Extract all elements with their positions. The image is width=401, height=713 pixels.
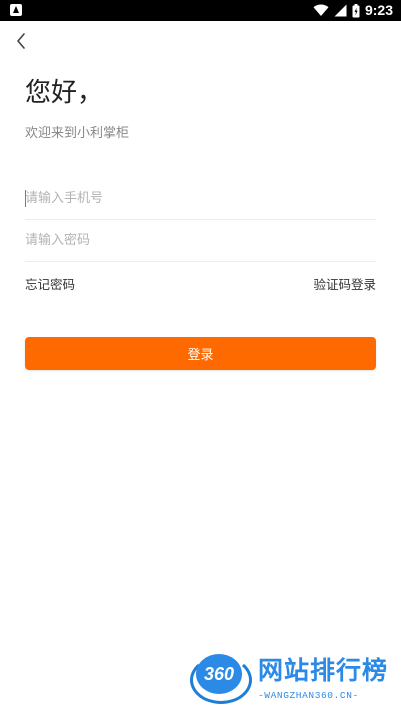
status-time: 9:23 xyxy=(364,2,393,18)
password-field xyxy=(25,219,376,262)
login-screen: 9:23 您好， 欢迎来到小利掌柜 忘记密码 验证码登录 登录 360 网站排行… xyxy=(0,0,401,713)
app-notification-icon xyxy=(10,4,22,16)
login-button[interactable]: 登录 xyxy=(25,337,376,370)
phone-input[interactable] xyxy=(25,177,376,219)
password-input[interactable] xyxy=(25,219,376,261)
watermark-badge-text: 360 xyxy=(203,664,235,684)
text-cursor xyxy=(25,190,26,207)
signal-icon xyxy=(334,4,347,17)
status-icons: 9:23 xyxy=(313,2,393,19)
chevron-left-icon xyxy=(17,33,25,49)
watermark-logo: 360 网站排行榜 -WANGZHAN360.CN- xyxy=(188,652,398,710)
phone-field xyxy=(25,177,376,220)
battery-icon xyxy=(352,3,360,17)
forgot-password-link[interactable]: 忘记密码 xyxy=(25,276,75,294)
greeting-subtitle: 欢迎来到小利掌柜 xyxy=(25,126,130,141)
greeting-title: 您好， xyxy=(25,78,104,108)
watermark-name: 网站排行榜 xyxy=(258,656,389,685)
status-bar: 9:23 xyxy=(0,0,401,21)
wifi-icon xyxy=(313,4,329,16)
watermark-url: -WANGZHAN360.CN- xyxy=(258,690,359,701)
code-login-link[interactable]: 验证码登录 xyxy=(313,276,376,294)
back-button[interactable] xyxy=(11,30,33,52)
